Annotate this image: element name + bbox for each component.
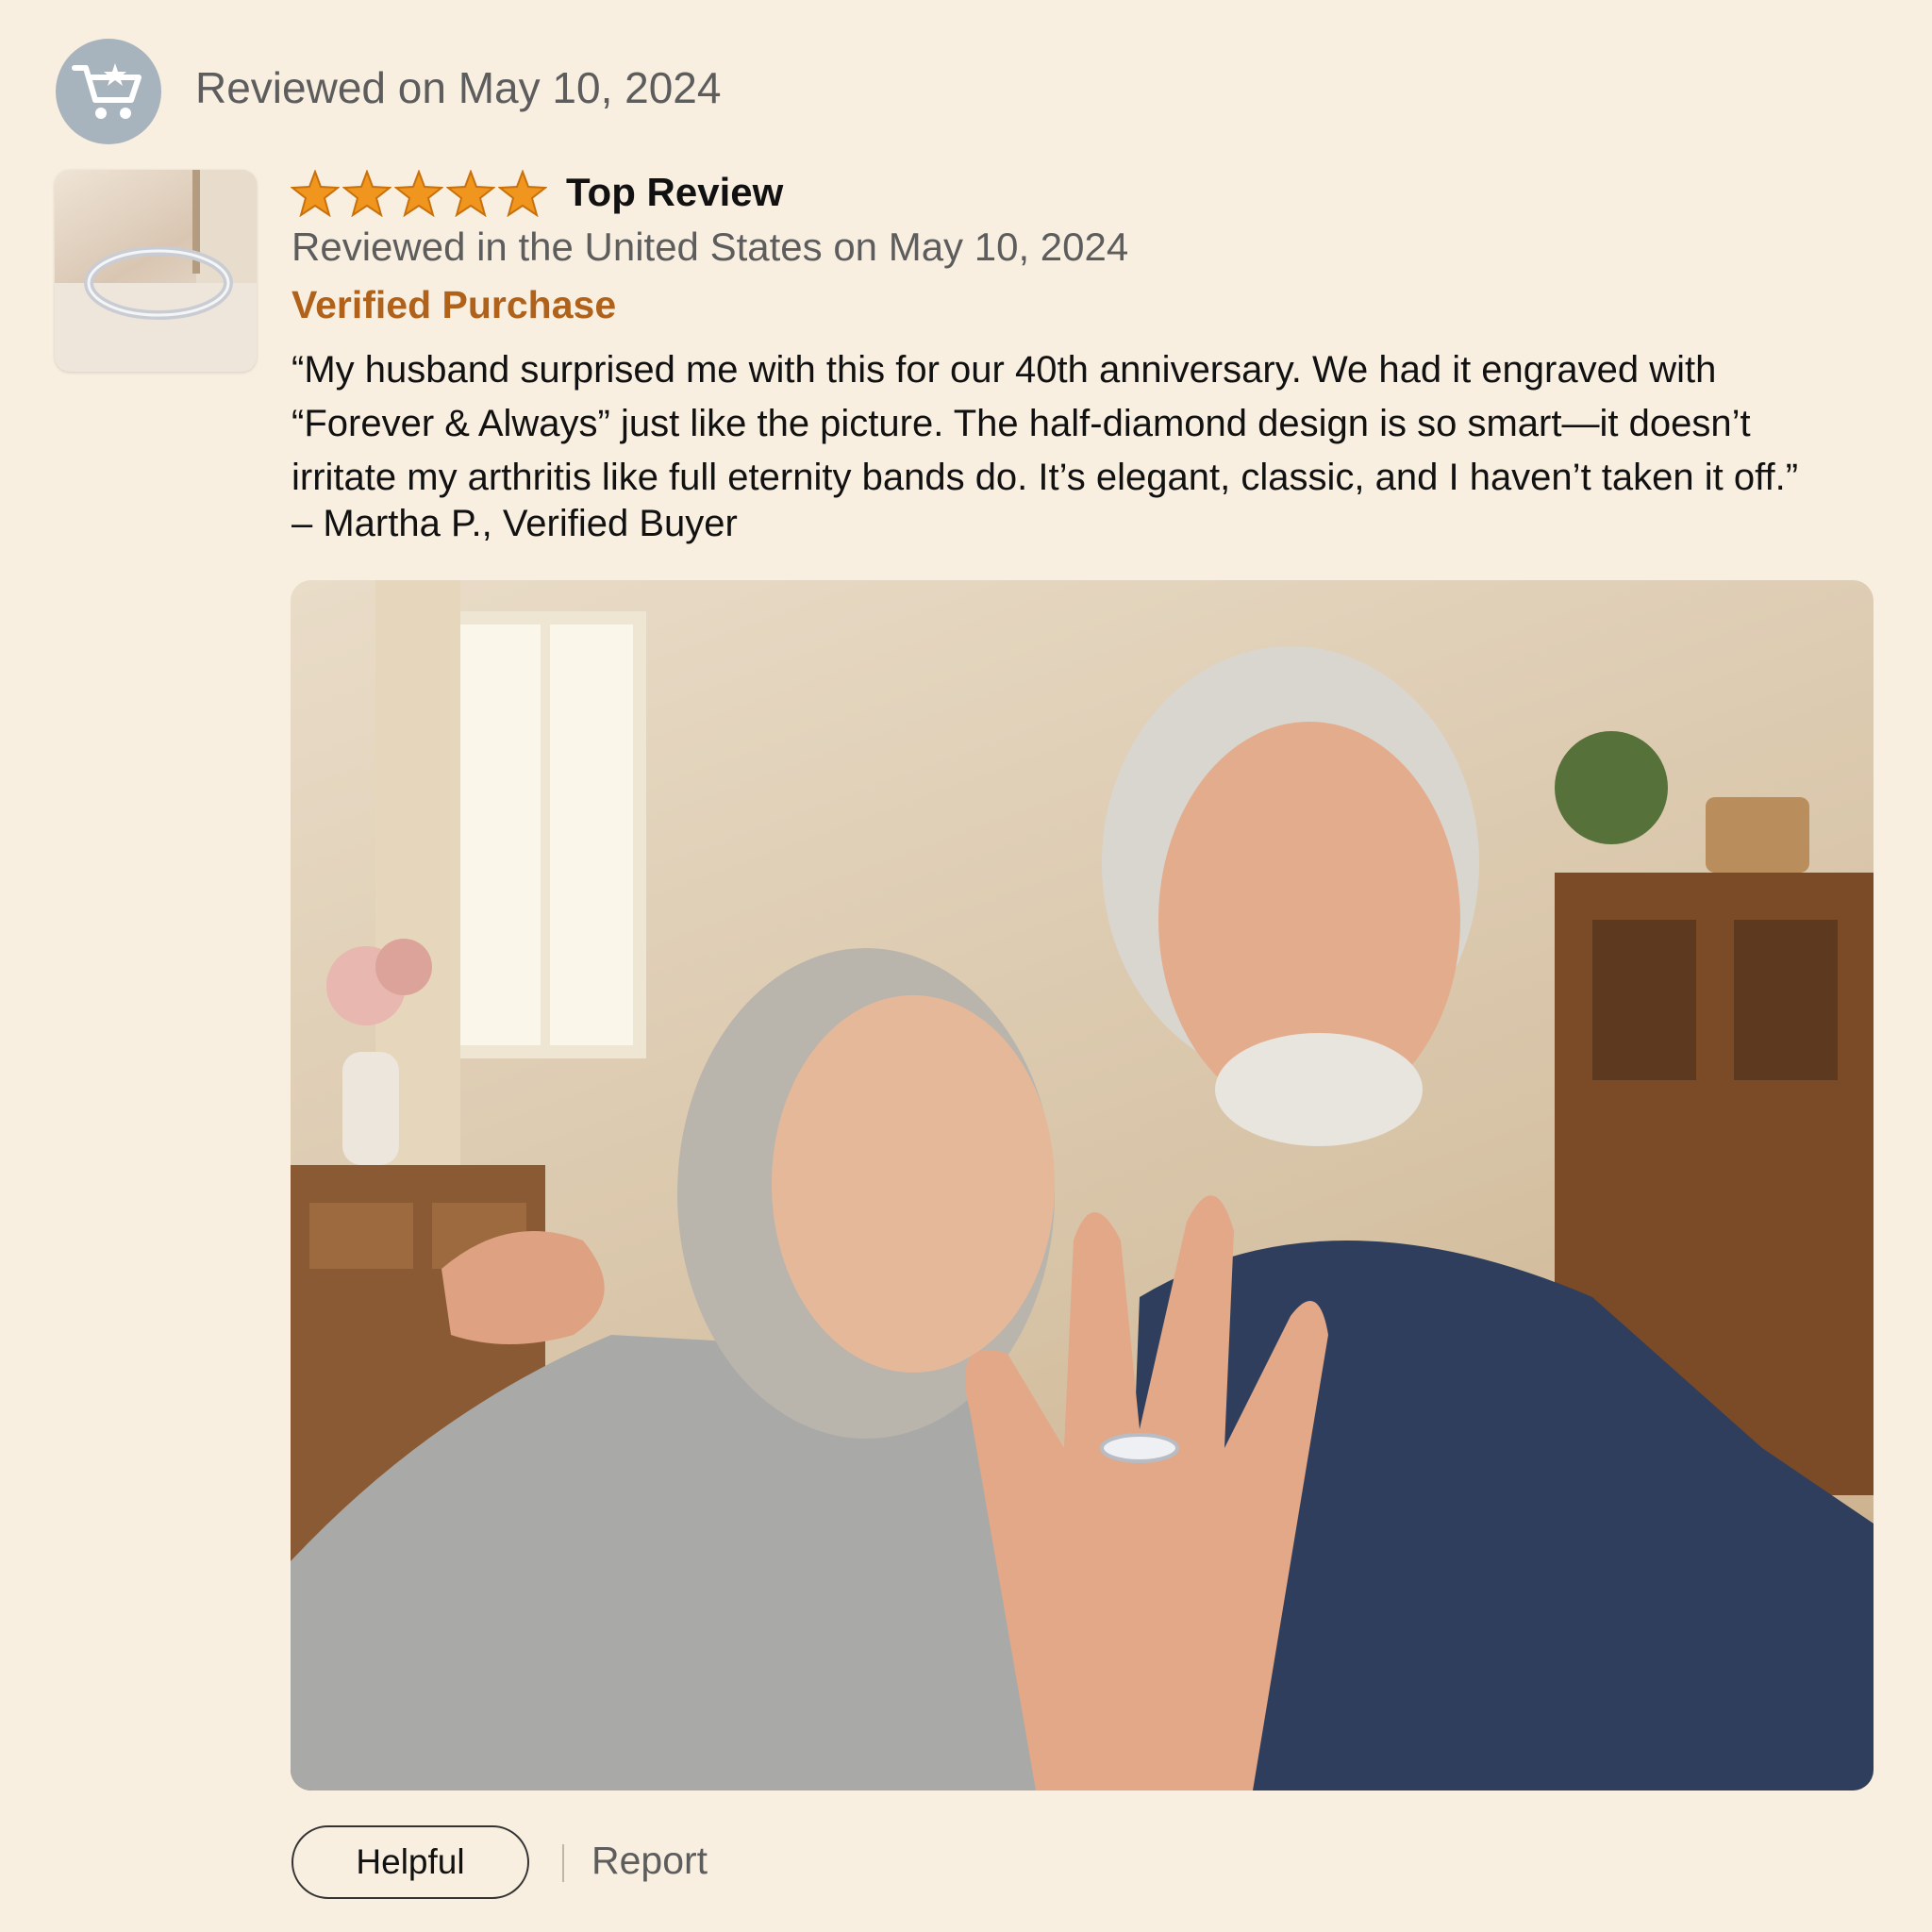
customer-photo[interactable] [291,580,1874,1790]
review-text: “My husband surprised me with this for o… [291,349,1799,498]
cart-star-icon [72,63,142,119]
star-icon [291,170,340,217]
star-rating [291,170,547,217]
report-link[interactable]: Report [591,1839,708,1883]
star-icon [342,170,391,217]
star-icon [498,170,547,217]
star-icon [394,170,443,217]
action-divider [562,1844,564,1882]
star-icon [446,170,495,217]
review-location-date: Reviewed in the United States on May 10,… [291,225,1129,269]
header-reviewed-date: Reviewed on May 10, 2024 [195,63,722,112]
review-author: – Martha P., Verified Buyer [291,503,738,544]
verified-purchase-label: Verified Purchase [291,283,617,326]
helpful-button[interactable]: Helpful [291,1825,529,1899]
top-review-badge: Top Review [566,170,784,214]
product-thumbnail[interactable] [55,170,257,372]
reviewer-avatar [56,39,161,144]
